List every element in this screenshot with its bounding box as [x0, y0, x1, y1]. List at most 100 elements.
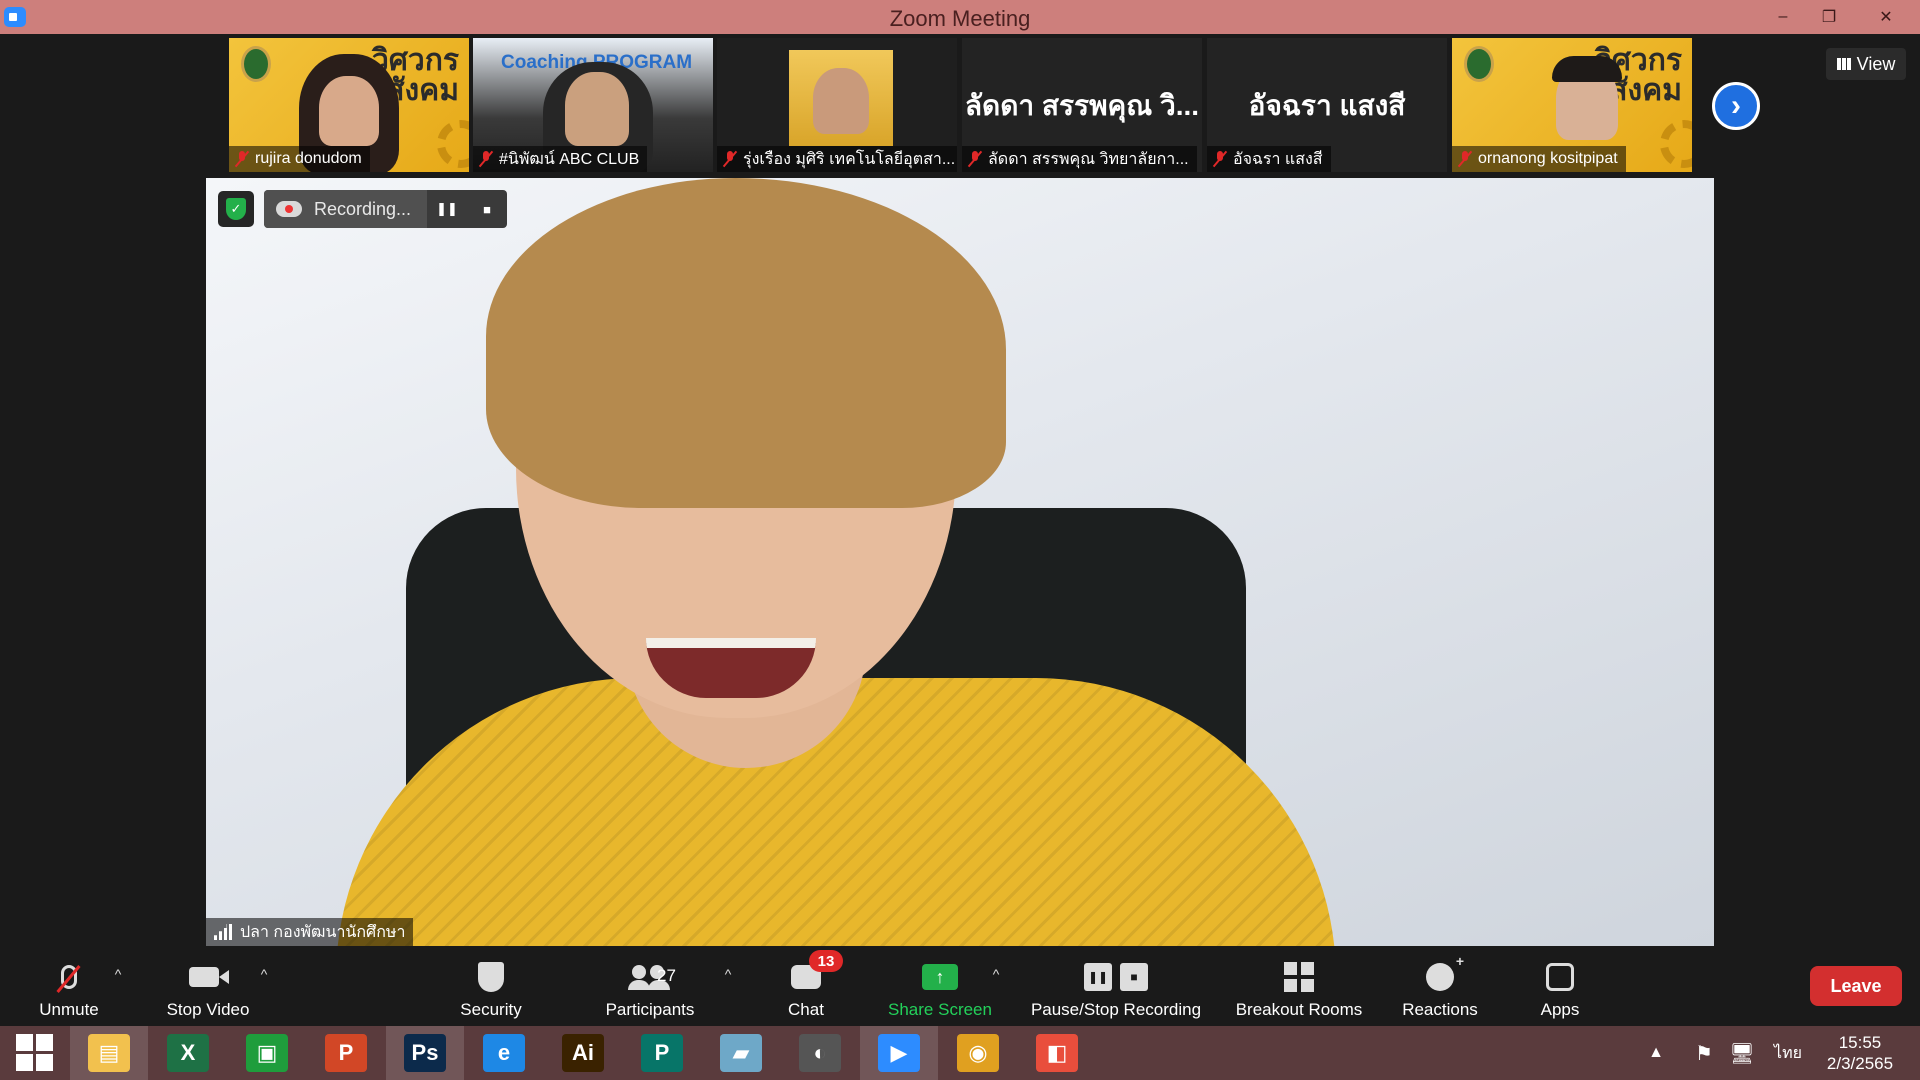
participant-tile[interactable]: วิศวกรสังคม rujira donudom — [229, 38, 469, 172]
recording-status: Recording... — [264, 190, 428, 228]
participant-face — [565, 72, 629, 146]
store-icon: ▣ — [246, 1034, 288, 1072]
file-explorer-icon: ▤ — [88, 1034, 130, 1072]
share-options-caret[interactable]: ^ — [986, 954, 1006, 1020]
participant-name: อัจฉรา แสงสี — [1233, 150, 1323, 168]
taskbar-app-illustrator[interactable]: Ai — [544, 1026, 622, 1080]
share-screen-label: Share Screen — [888, 1000, 992, 1019]
pause-stop-recording-button[interactable]: ❚❚ ■ Pause/Stop Recording — [1022, 954, 1210, 1020]
breakout-rooms-button[interactable]: Breakout Rooms — [1228, 954, 1370, 1020]
muted-mic-icon — [1458, 151, 1472, 167]
signal-strength-icon — [214, 924, 232, 940]
powerpoint-icon: P — [325, 1034, 367, 1072]
participants-button[interactable]: 27 Participants — [592, 954, 708, 1020]
active-speaker-name: ปลา กองพัฒนานักศึกษา — [240, 923, 406, 941]
participant-tile[interactable]: อัจฉรา แสงสี อัจฉรา แสงสี — [1207, 38, 1447, 172]
chat-label: Chat — [788, 1000, 824, 1019]
chevron-up-icon: ^ — [260, 966, 268, 982]
windows-logo-icon — [16, 1034, 54, 1072]
participant-big-name: อัจฉรา แสงสี — [1248, 90, 1406, 121]
leave-button[interactable]: Leave — [1810, 966, 1902, 1006]
stop-video-button[interactable]: Stop Video — [156, 954, 260, 1020]
recording-controls: Recording... ❚❚ ■ — [264, 190, 508, 228]
participant-name: ลัดดา สรรพคุณ วิทยาลัยกา... — [988, 150, 1189, 168]
pause-recording-icon[interactable]: ❚❚ — [427, 190, 467, 228]
muted-mic-icon — [479, 151, 493, 167]
action-center-flag-icon[interactable]: ⚑ — [1690, 1026, 1718, 1080]
breakout-rooms-icon — [1284, 962, 1314, 992]
breakout-rooms-label: Breakout Rooms — [1235, 1000, 1363, 1019]
illustrator-icon: Ai — [562, 1034, 604, 1072]
internet-explorer-icon: e — [483, 1034, 525, 1072]
security-label: Security — [460, 1000, 522, 1019]
participant-name-label: ornanong kositpipat — [1452, 146, 1626, 172]
view-button[interactable]: View — [1826, 48, 1906, 80]
recording-indicator: ✓ Recording... ❚❚ ■ — [218, 190, 508, 228]
unread-chat-badge: 13 — [809, 950, 843, 972]
taskbar-app-excel[interactable]: X — [149, 1026, 227, 1080]
active-speaker-video[interactable] — [206, 178, 1714, 946]
taskbar-app-powerpoint[interactable]: P — [307, 1026, 385, 1080]
taskbar-app-notes[interactable]: ▰ — [702, 1026, 780, 1080]
system-clock[interactable]: 15:55 2/3/2565 — [1810, 1032, 1910, 1074]
chat-button[interactable]: 13 Chat — [772, 950, 843, 1020]
meeting-toolbar: Unmute ^ Stop Video ^ Security 27 Partic… — [0, 946, 1920, 1026]
taskbar-app-chrome[interactable]: ◉ — [939, 1026, 1017, 1080]
taskbar-app-photoscape[interactable]: ◐ — [781, 1026, 859, 1080]
taskbar-app-photoshop[interactable]: Ps — [386, 1026, 464, 1080]
taskbar-app-internet-explorer[interactable]: e — [465, 1026, 543, 1080]
smiley-icon — [1426, 953, 1464, 991]
taskbar-app-file-explorer[interactable]: ▤ — [70, 1026, 148, 1080]
participant-name: rujira donudom — [255, 150, 362, 167]
share-screen-icon: ↑ — [922, 964, 958, 990]
video-options-caret[interactable]: ^ — [254, 954, 274, 1020]
participant-gallery-strip: วิศวกรสังคม rujira donudom Coaching PROG… — [0, 34, 1920, 176]
muted-mic-icon — [723, 151, 737, 167]
grid-icon — [1836, 58, 1851, 70]
photoshop-icon: Ps — [404, 1034, 446, 1072]
participant-name-label: รุ่งเรือง มุศิริ เทคโนโลยีอุตสา... — [717, 146, 957, 172]
taskbar-app-zoom[interactable]: ▶ — [860, 1026, 938, 1080]
taskbar-app-photos[interactable]: ◧ — [1018, 1026, 1096, 1080]
participant-face — [319, 76, 379, 146]
window-controls: – ❐ ✕ — [1760, 0, 1920, 34]
participant-tile[interactable]: รุ่งเรือง มุศิริ เทคโนโลยีอุตสา... — [717, 38, 957, 172]
share-screen-button[interactable]: ↑ Share Screen — [880, 954, 1000, 1020]
chevron-up-icon: ^ — [724, 966, 732, 982]
participant-tile[interactable]: ลัดดา สรรพคุณ วิ... ลัดดา สรรพคุณ วิทยาล… — [962, 38, 1202, 172]
title-bar: Zoom Meeting – ❐ ✕ — [0, 0, 1920, 34]
apps-button[interactable]: Apps — [1520, 954, 1600, 1020]
university-logo — [241, 46, 271, 82]
input-language-indicator[interactable]: ไทย — [1768, 1026, 1808, 1080]
muted-mic-icon — [235, 151, 249, 167]
photoscape-icon: ◐ — [799, 1034, 841, 1072]
muted-mic-icon — [61, 965, 77, 989]
participant-tile[interactable]: Coaching PROGRAM #นิพัฒน์ ABC CLUB — [473, 38, 713, 172]
zoom-icon: ▶ — [878, 1034, 920, 1072]
security-button[interactable]: Security — [446, 954, 536, 1020]
network-icon[interactable]: 🖥 — [1728, 1026, 1756, 1080]
chevron-up-icon: ^ — [114, 966, 122, 982]
taskbar-app-publisher[interactable]: P — [623, 1026, 701, 1080]
video-camera-icon — [189, 967, 219, 987]
participant-tile[interactable]: วิศวกรสังคม ornanong kositpipat — [1452, 38, 1692, 172]
participant-name-label: ลัดดา สรรพคุณ วิทยาลัยกา... — [962, 146, 1197, 172]
unmute-button[interactable]: Unmute — [22, 954, 116, 1020]
participants-options-caret[interactable]: ^ — [718, 954, 738, 1020]
close-button[interactable]: ✕ — [1852, 0, 1920, 34]
start-button[interactable] — [0, 1026, 70, 1080]
audio-options-caret[interactable]: ^ — [108, 954, 128, 1020]
reactions-button[interactable]: Reactions — [1392, 953, 1488, 1020]
gear-decoration — [1660, 120, 1692, 168]
encryption-badge[interactable]: ✓ — [218, 191, 254, 227]
participant-name: รุ่งเรือง มุศิริ เทคโนโลยีอุตสา... — [743, 150, 956, 168]
shield-icon — [478, 962, 504, 992]
active-speaker-name-label: ปลา กองพัฒนานักศึกษา — [206, 918, 414, 946]
restore-button[interactable]: ❐ — [1806, 0, 1852, 34]
next-page-icon[interactable]: › — [1712, 82, 1760, 130]
minimize-button[interactable]: – — [1760, 0, 1806, 34]
show-hidden-icons-button[interactable]: ▲ — [1644, 1026, 1668, 1080]
stop-recording-icon[interactable]: ■ — [467, 190, 507, 228]
unmute-label: Unmute — [39, 1000, 99, 1019]
taskbar-app-store[interactable]: ▣ — [228, 1026, 306, 1080]
